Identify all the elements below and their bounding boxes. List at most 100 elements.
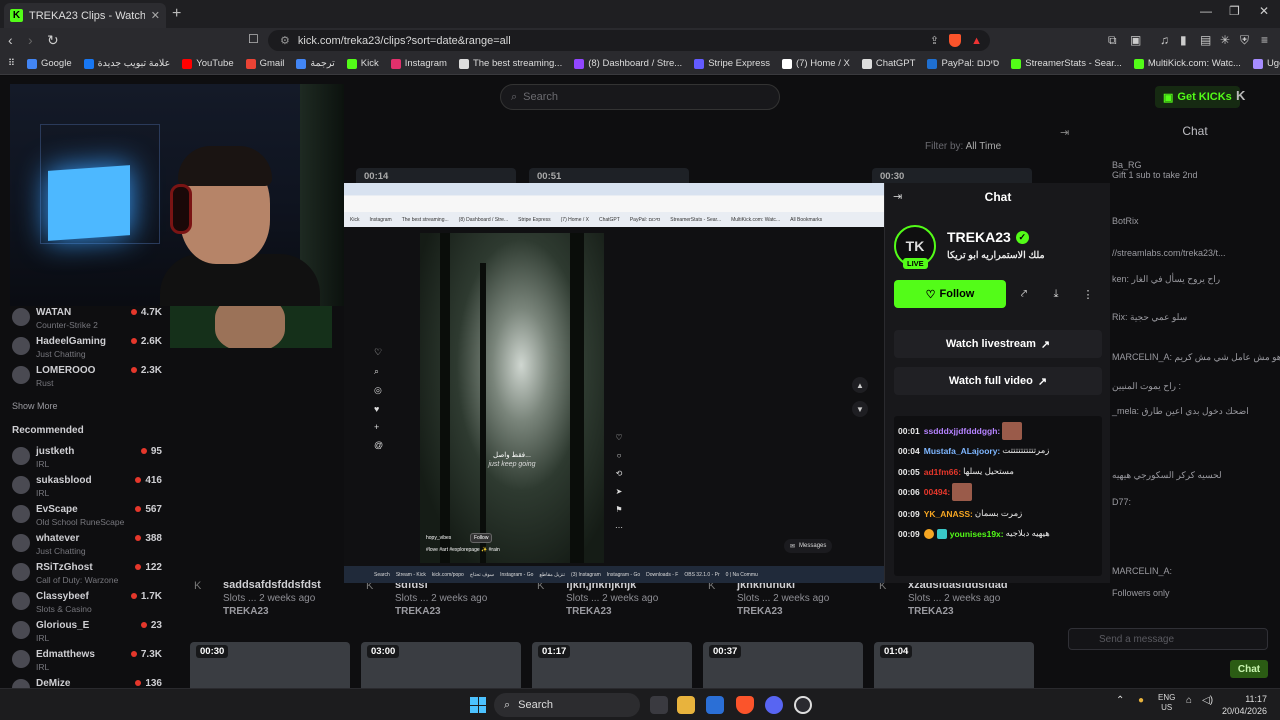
bookmark-item[interactable]: Google	[21, 58, 78, 69]
send-message-input[interactable]: Send a message	[1068, 628, 1268, 650]
sidebar-channel[interactable]: LOMEROOO Rust 2.3K	[12, 363, 162, 391]
message-username[interactable]: younises19x:	[950, 529, 1004, 539]
discord-icon[interactable]	[765, 696, 783, 714]
message-username[interactable]: 00494:	[924, 487, 950, 497]
os-search-box[interactable]: ⌕ Search	[494, 693, 640, 717]
vpn-icon[interactable]: ⛨	[1240, 33, 1249, 48]
address-bar[interactable]: ⚙ kick.com/treka23/clips?sort=date&range…	[268, 30, 990, 51]
create-icon[interactable]: +	[374, 422, 383, 432]
bookmark-item[interactable]: The best streaming...	[453, 58, 568, 69]
more-icon[interactable]: ⋯	[615, 523, 623, 532]
repost-icon[interactable]: ⟲	[616, 469, 623, 478]
next-reel-icon[interactable]: ▼	[852, 401, 868, 417]
forward-icon[interactable]: ›	[28, 32, 33, 48]
send-chat-button[interactable]: Chat	[1230, 660, 1268, 678]
bookmark-item[interactable]: Ugeen IPTV | تسجيل...	[1247, 58, 1280, 69]
clip-thumbnail[interactable]: 01:04	[874, 642, 1034, 688]
sidebar-channel[interactable]: DeMize 136	[12, 676, 162, 688]
minimize-icon[interactable]: —	[1200, 4, 1212, 18]
back-icon[interactable]: ‹	[8, 32, 13, 48]
threads-icon[interactable]: @	[374, 440, 383, 450]
brave-browser-icon[interactable]	[736, 696, 754, 714]
tray-chevron-icon[interactable]: ⌃	[1116, 695, 1124, 706]
brave-rewards-icon[interactable]: ▲	[971, 35, 982, 47]
reload-icon[interactable]: ↻	[47, 32, 59, 49]
watch-livestream-button[interactable]: Watch livestream ↗	[894, 330, 1102, 358]
apps-icon[interactable]: ⠿	[0, 58, 21, 69]
download-icon[interactable]: ⤓	[1046, 284, 1066, 304]
file-explorer-icon[interactable]	[677, 696, 695, 714]
notifications-icon[interactable]: ♥	[374, 404, 383, 414]
like-icon[interactable]: ♡	[615, 433, 622, 442]
windows-start-icon[interactable]	[470, 697, 486, 713]
bookmark-item[interactable]: Kick	[341, 58, 385, 69]
clip-thumbnail[interactable]: 01:17	[532, 642, 692, 688]
comment-icon[interactable]: ○	[617, 451, 622, 460]
clip-thumbnail[interactable]: 03:00	[361, 642, 521, 688]
reel-follow-button[interactable]: Follow	[470, 533, 493, 543]
maximize-icon[interactable]: ❐	[1229, 4, 1240, 18]
bookmark-page-icon[interactable]: ☐	[248, 32, 259, 46]
site-info-icon[interactable]: ⚙	[280, 34, 290, 47]
sidebar-channel[interactable]: sukasblood IRL 416	[12, 473, 162, 501]
extensions-icon[interactable]: ⧉	[1108, 33, 1117, 48]
previous-reel-icon[interactable]: ▲	[852, 377, 868, 393]
bookmark-item[interactable]: Instagram	[385, 58, 453, 69]
bookmark-item[interactable]: (7) Home / X	[776, 58, 856, 69]
bookmark-item[interactable]: Stripe Express	[688, 58, 776, 69]
sidebar-channel[interactable]: EvScape Old School RuneScape 567	[12, 502, 162, 530]
system-clock[interactable]: 11:17 20/04/2026	[1222, 693, 1267, 717]
share-icon[interactable]: ⤤	[1014, 284, 1034, 304]
follow-button[interactable]: ♡ Follow	[894, 280, 1006, 308]
kick-logo-icon[interactable]: K	[1236, 88, 1245, 103]
reel-video-frame[interactable]: فقط واصل... just keep going hopy_vibes F…	[420, 233, 604, 563]
window-close-icon[interactable]: ✕	[1259, 4, 1269, 18]
clip-video-player[interactable]: Kick Instagram The best streaming... (8) Da…	[344, 183, 884, 583]
bookmark-item[interactable]: MultiKick.com: Watc...	[1128, 58, 1247, 69]
show-more-link[interactable]: Show More	[12, 401, 58, 411]
bookmark-item[interactable]: ترجمة	[290, 58, 340, 69]
sidebar-channel[interactable]: justketh IRL 95	[12, 444, 162, 472]
collapse-chat-icon[interactable]: ⇥	[1060, 126, 1069, 139]
browser-tab[interactable]: K TREKA23 Clips - Watch Live o ✕	[4, 3, 166, 28]
task-view-icon[interactable]	[650, 696, 668, 714]
bookmark-item[interactable]: Gmail	[240, 58, 291, 69]
wallet-icon[interactable]: ▤	[1200, 33, 1211, 47]
sidebar-channel[interactable]: Classybeef Slots & Casino 1.7K	[12, 589, 162, 617]
bookmark-item[interactable]: علامة تبويب جديدة	[78, 58, 177, 69]
sidebar-channel[interactable]: RSiTzGhost Call of Duty: Warzone 122	[12, 560, 162, 588]
get-kicks-button[interactable]: ▣ Get KICKs	[1155, 86, 1240, 108]
media-icon[interactable]: ♫	[1160, 33, 1169, 47]
explore-icon[interactable]: ◎	[374, 385, 383, 396]
sidebar-icon[interactable]: ▮	[1180, 33, 1187, 47]
store-icon[interactable]	[706, 696, 724, 714]
sidebar-channel[interactable]: WATAN Counter-Strike 2 4.7K	[12, 305, 162, 333]
tab-close-icon[interactable]: ✕	[151, 9, 160, 22]
message-username[interactable]: YK_ANASS:	[924, 509, 973, 519]
clip-thumbnail[interactable]: 00:37	[703, 642, 863, 688]
bookmark-item[interactable]: ChatGPT	[856, 58, 922, 69]
clip-thumbnail[interactable]: 00:30	[190, 642, 350, 688]
screenshot-icon[interactable]: ▣	[1130, 33, 1141, 47]
sidebar-channel[interactable]: Glorious_E IRL 23	[12, 618, 162, 646]
menu-icon[interactable]: ≡	[1261, 33, 1268, 47]
reel-username[interactable]: hopy_vibes	[426, 535, 451, 541]
save-icon[interactable]: ⚑	[615, 505, 622, 514]
bookmark-item[interactable]: YouTube	[176, 58, 239, 69]
bookmark-item[interactable]: StreamerStats - Sear...	[1005, 58, 1128, 69]
leo-icon[interactable]: ✳	[1220, 33, 1230, 47]
obs-icon[interactable]	[794, 696, 812, 714]
more-options-icon[interactable]: ⋮	[1078, 284, 1098, 304]
network-icon[interactable]: ⌂	[1186, 695, 1192, 706]
share-icon[interactable]: ⇪	[930, 34, 939, 47]
brave-shields-icon[interactable]	[949, 34, 962, 47]
language-indicator[interactable]: ENG US	[1158, 693, 1175, 713]
messages-pill[interactable]: ✉ Messages	[784, 539, 833, 553]
search-icon[interactable]: ⌕	[374, 366, 383, 377]
message-username[interactable]: ssdddxjjdfdddggh:	[924, 426, 1001, 436]
bookmark-item[interactable]: PayPal: סיכום	[921, 58, 1005, 69]
microphone-icon[interactable]: ●	[1138, 695, 1144, 706]
send-icon[interactable]: ➤	[616, 487, 623, 496]
channel-name[interactable]: TREKA23 ✓	[947, 229, 1029, 245]
sidebar-channel[interactable]: HadeelGaming Just Chatting 2.6K	[12, 334, 162, 362]
